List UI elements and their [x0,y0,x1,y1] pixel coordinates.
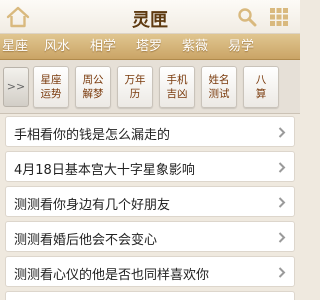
tab-category-2[interactable]: 相学 [80,34,126,59]
grid-icon[interactable] [269,7,289,27]
tool-label-line2: 历 [129,88,141,100]
tool-button[interactable]: 周公 解梦 [75,66,111,108]
article-title: 测测看你身边有几个好朋友 [14,198,171,213]
chevron-right-icon [278,232,286,243]
article-list: 手相看你的钱是怎么漏走的 4月18日基本宫大十字星象影响 测测看你身边有几个好朋… [0,116,300,300]
tab-category-3[interactable]: 塔罗 [126,34,172,59]
tool-label-line1: 周公 [82,74,104,86]
chevron-right-icon [278,127,286,138]
tab-category-0[interactable]: 星座 [0,34,34,59]
list-item[interactable]: 测测看你身边有几个好朋友 [5,186,295,217]
list-item[interactable]: 手相看你的钱是怎么漏走的 [5,116,295,147]
category-tabs: 星座 风水 相学 塔罗 紫薇 易学 [0,34,300,60]
tool-label-line1: 手机 [166,74,188,86]
chevron-right-icon [278,267,286,278]
tool-label-line2: 测试 [208,88,230,100]
tool-label-line2: 吉凶 [166,88,188,100]
search-icon[interactable] [237,7,257,27]
tool-button[interactable]: 姓名 测试 [201,66,237,108]
tool-label-line1: 八 [255,74,267,86]
tool-label-line1: 万年 [124,74,146,86]
tool-button[interactable]: 手机 吉凶 [159,66,195,108]
list-item[interactable]: 测测看婚后他会不会变心 [5,221,295,252]
chevron-right-icon [278,197,286,208]
article-title: 测测看心仪的他是否也同样喜欢你 [14,268,210,283]
list-item[interactable]: 4月18日基本宫大十字星象影响 [5,151,295,182]
tool-label-line1: 星座 [40,74,62,86]
tab-category-1[interactable]: 风水 [34,34,80,59]
article-title: 手相看你的钱是怎么漏走的 [14,128,171,143]
tool-list: 星座 运势 周公 解梦 万年 历 手机 吉凶 姓名 测试 八 算 [33,66,285,108]
tab-category-4[interactable]: 紫薇 [172,34,218,59]
tool-label-line2: 运势 [40,88,62,100]
list-item[interactable] [5,291,295,300]
tool-button[interactable]: 万年 历 [117,66,153,108]
top-header: 灵匣 [0,0,300,34]
more-tools-button[interactable]: >> [3,67,29,107]
tool-label-line2: 算 [255,88,267,100]
list-item[interactable]: 测测看心仪的他是否也同样喜欢你 [5,256,295,287]
tool-button[interactable]: 星座 运势 [33,66,69,108]
article-title: 测测看婚后他会不会变心 [14,233,158,248]
article-title: 4月18日基本宫大十字星象影响 [14,163,195,178]
tool-bar: >> 星座 运势 周公 解梦 万年 历 手机 吉凶 姓名 测试 八 算 [0,60,300,114]
tool-label-line1: 姓名 [208,74,230,86]
tab-category-5[interactable]: 易学 [218,34,264,59]
tool-label-line2: 解梦 [82,88,104,100]
chevron-right-icon [278,162,286,173]
tool-button[interactable]: 八 算 [243,66,279,108]
